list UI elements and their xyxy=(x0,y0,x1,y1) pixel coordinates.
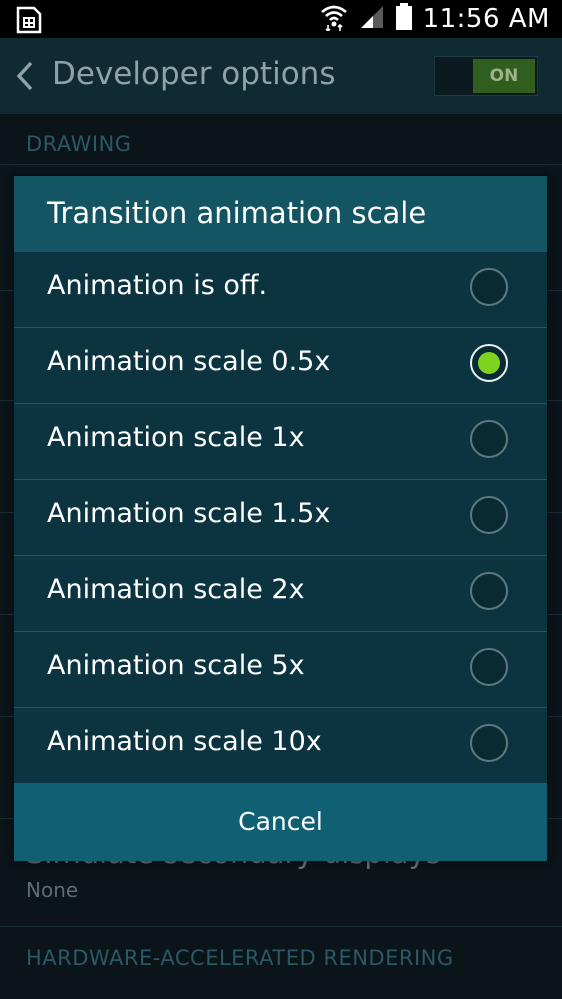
option-animation-10x[interactable]: Animation scale 10x xyxy=(14,708,547,783)
status-bar: 11:56 AM xyxy=(0,0,562,38)
radio-button-selected[interactable] xyxy=(470,344,508,382)
option-animation-2x[interactable]: Animation scale 2x xyxy=(14,556,547,632)
wifi-icon xyxy=(319,3,349,35)
radio-button[interactable] xyxy=(470,648,508,686)
cancel-button[interactable]: Cancel xyxy=(14,783,547,861)
battery-icon xyxy=(395,3,413,35)
cancel-label: Cancel xyxy=(238,807,323,836)
section-header-drawing: DRAWING xyxy=(26,132,132,156)
option-label: Animation scale 0.5x xyxy=(47,346,331,377)
dialog-header: Transition animation scale xyxy=(14,176,547,252)
dialog-title: Transition animation scale xyxy=(47,196,427,230)
section-header-hardware: HARDWARE-ACCELERATED RENDERING xyxy=(26,946,454,970)
option-label: Animation scale 2x xyxy=(47,574,305,605)
divider xyxy=(0,926,562,927)
radio-selected-dot xyxy=(478,352,500,374)
option-animation-1-5x[interactable]: Animation scale 1.5x xyxy=(14,480,547,556)
page-title: Developer options xyxy=(52,56,336,92)
option-animation-off[interactable]: Animation is off. xyxy=(14,252,547,328)
status-icons: 11:56 AM xyxy=(319,0,550,38)
signal-icon xyxy=(359,4,385,34)
option-animation-1x[interactable]: Animation scale 1x xyxy=(14,404,547,480)
sim-card-icon xyxy=(16,6,42,34)
screen: 11:56 AM Developer options ON DRAWING Si… xyxy=(0,0,562,999)
option-label: Animation scale 10x xyxy=(47,726,322,757)
action-bar: Developer options ON xyxy=(0,38,562,114)
option-label: Animation is off. xyxy=(47,270,268,301)
animation-scale-dialog: Transition animation scale Animation is … xyxy=(14,176,547,861)
option-label: Animation scale 5x xyxy=(47,650,305,681)
option-animation-5x[interactable]: Animation scale 5x xyxy=(14,632,547,708)
radio-button[interactable] xyxy=(470,268,508,306)
switch-on-label: ON xyxy=(473,59,535,93)
divider xyxy=(0,164,562,165)
list-item-summary: None xyxy=(26,878,79,902)
radio-button[interactable] xyxy=(470,572,508,610)
radio-button[interactable] xyxy=(470,420,508,458)
developer-options-switch[interactable]: ON xyxy=(434,56,538,96)
radio-button[interactable] xyxy=(470,496,508,534)
option-animation-0-5x[interactable]: Animation scale 0.5x xyxy=(14,328,547,404)
option-label: Animation scale 1.5x xyxy=(47,498,331,529)
status-time: 11:56 AM xyxy=(422,4,550,34)
option-label: Animation scale 1x xyxy=(47,422,305,453)
radio-button[interactable] xyxy=(470,724,508,762)
back-chevron-icon[interactable] xyxy=(14,60,36,92)
